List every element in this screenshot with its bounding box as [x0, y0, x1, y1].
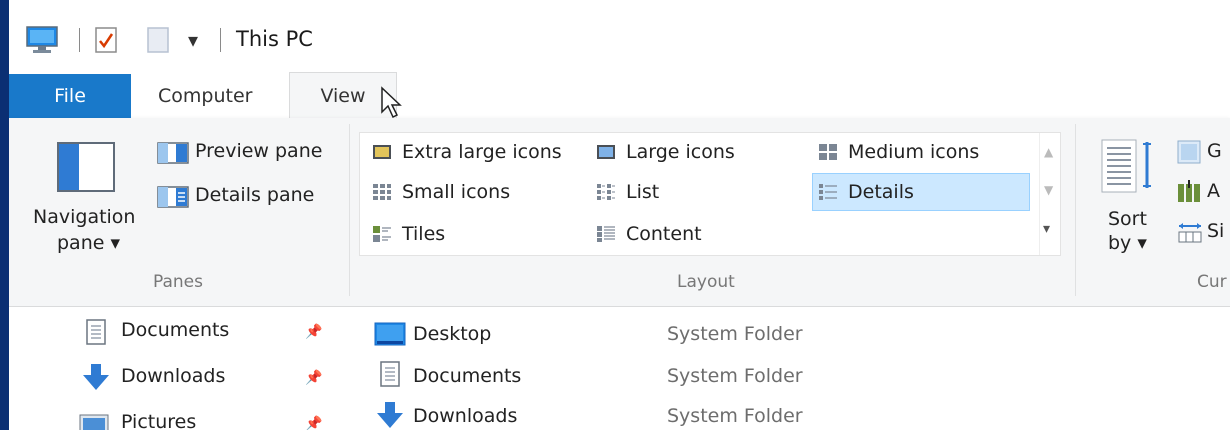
medium-icons-icon: [818, 143, 838, 161]
sort-by-icon[interactable]: [1101, 138, 1157, 198]
layout-details[interactable]: Details: [812, 173, 1030, 211]
nav-item-pictures[interactable]: Pictures: [121, 411, 196, 430]
tiles-label: Tiles: [402, 223, 446, 245]
gallery-expand-icon[interactable]: ▾: [1043, 221, 1050, 237]
layout-extra-large-icons[interactable]: Extra large icons: [372, 135, 562, 169]
qat-separator: [220, 28, 221, 52]
details-label: Details: [848, 181, 914, 203]
preview-pane-icon[interactable]: [157, 142, 189, 168]
layout-list[interactable]: List: [596, 175, 659, 209]
document-icon: [85, 319, 107, 349]
group-divider: [349, 124, 350, 296]
add-columns-icon[interactable]: [1177, 180, 1201, 208]
small-icons-icon: [372, 183, 392, 201]
layout-gallery: Extra large icons Large icons Medium ico…: [359, 132, 1061, 256]
extra-large-icons-label: Extra large icons: [402, 141, 562, 163]
medium-icons-label: Medium icons: [848, 141, 980, 163]
pin-icon[interactable]: 📌: [305, 416, 322, 430]
size-columns-button-partial[interactable]: Si: [1207, 220, 1224, 242]
content-view-icon: [596, 225, 616, 243]
size-columns-icon[interactable]: [1177, 220, 1203, 248]
extra-large-icons-icon: [372, 143, 392, 161]
pin-icon[interactable]: 📌: [305, 370, 322, 386]
ribbon-view: Navigation pane ▾ Preview pane Details p…: [9, 118, 1230, 307]
download-arrow-icon: [375, 401, 405, 430]
group-by-button-partial[interactable]: G: [1207, 140, 1222, 162]
nav-item-downloads[interactable]: Downloads: [121, 365, 225, 387]
list-label: List: [626, 181, 660, 203]
small-icons-label: Small icons: [402, 181, 511, 203]
layout-small-icons[interactable]: Small icons: [372, 175, 510, 209]
gallery-scroll-down-icon[interactable]: ▼: [1044, 183, 1053, 197]
content-label: Content: [626, 223, 702, 245]
details-pane-icon[interactable]: [157, 186, 189, 212]
details-view-icon: [818, 183, 838, 201]
new-folder-icon[interactable]: [145, 24, 171, 56]
navigation-pane-dropdown[interactable]: pane ▾: [57, 232, 120, 254]
preview-pane-button[interactable]: Preview pane: [195, 140, 322, 162]
document-icon: [379, 361, 401, 391]
layout-content[interactable]: Content: [596, 217, 702, 251]
properties-icon[interactable]: [93, 24, 119, 56]
file-row-type: System Folder: [667, 405, 803, 427]
desktop-folder-icon: [374, 321, 406, 351]
tiles-icon: [372, 225, 392, 243]
pictures-icon: [79, 413, 109, 430]
navigation-pane-label[interactable]: Navigation: [33, 206, 135, 228]
large-icons-label: Large icons: [626, 141, 735, 163]
sort-by-label[interactable]: Sort: [1108, 208, 1147, 230]
details-pane-button[interactable]: Details pane: [195, 184, 314, 206]
add-columns-button-partial[interactable]: A: [1207, 180, 1220, 202]
file-row-name[interactable]: Documents: [413, 365, 521, 387]
qat-separator: [79, 28, 80, 52]
layout-gallery-scroller: ▲ ▼ ▾: [1039, 133, 1060, 255]
window-title: This PC: [236, 27, 313, 51]
file-row-name[interactable]: Desktop: [413, 323, 491, 345]
tab-file[interactable]: File: [9, 74, 131, 118]
panes-group-label: Panes: [153, 272, 203, 292]
download-arrow-icon: [81, 363, 111, 395]
ribbon-tabs: File Computer View: [9, 72, 1230, 119]
navigation-pane-icon[interactable]: [57, 142, 115, 196]
sort-by-dropdown[interactable]: by ▾: [1108, 232, 1147, 254]
gallery-scroll-up-icon[interactable]: ▲: [1044, 145, 1053, 159]
file-row-type: System Folder: [667, 365, 803, 387]
this-pc-icon: [25, 24, 59, 56]
title-bar: ▾ This PC: [9, 0, 1230, 74]
group-divider: [1075, 124, 1076, 296]
group-by-icon[interactable]: [1177, 140, 1201, 168]
content-area: Documents 📌 Downloads 📌 Pictures 📌 Deskt…: [9, 307, 1230, 430]
layout-medium-icons[interactable]: Medium icons: [818, 135, 979, 169]
layout-tiles[interactable]: Tiles: [372, 217, 445, 251]
pin-icon[interactable]: 📌: [305, 324, 322, 340]
current-view-group-label: Cur: [1197, 272, 1227, 292]
layout-group-label: Layout: [677, 272, 735, 292]
list-view-icon: [596, 183, 616, 201]
nav-item-documents[interactable]: Documents: [121, 319, 229, 341]
file-row-name[interactable]: Downloads: [413, 405, 517, 427]
layout-large-icons[interactable]: Large icons: [596, 135, 735, 169]
customize-qat-dropdown[interactable]: ▾: [188, 24, 198, 56]
large-icons-icon: [596, 143, 616, 161]
file-row-type: System Folder: [667, 323, 803, 345]
tab-computer[interactable]: Computer: [158, 74, 252, 118]
file-explorer-window: ▾ This PC File Computer View Navigation …: [9, 0, 1230, 430]
